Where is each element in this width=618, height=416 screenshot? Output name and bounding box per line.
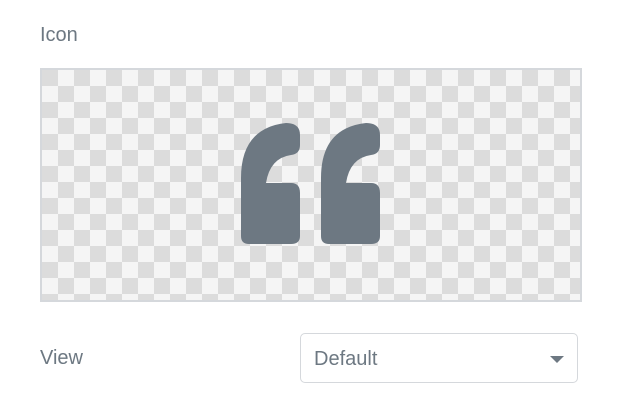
caret-down-icon: [550, 356, 564, 363]
quote-left-icon: [241, 123, 380, 244]
view-label: View: [40, 347, 83, 369]
view-select-value: Default: [314, 348, 378, 370]
icon-label: Icon: [40, 24, 78, 46]
view-select[interactable]: Default: [300, 333, 578, 383]
icon-preview[interactable]: [40, 68, 582, 302]
